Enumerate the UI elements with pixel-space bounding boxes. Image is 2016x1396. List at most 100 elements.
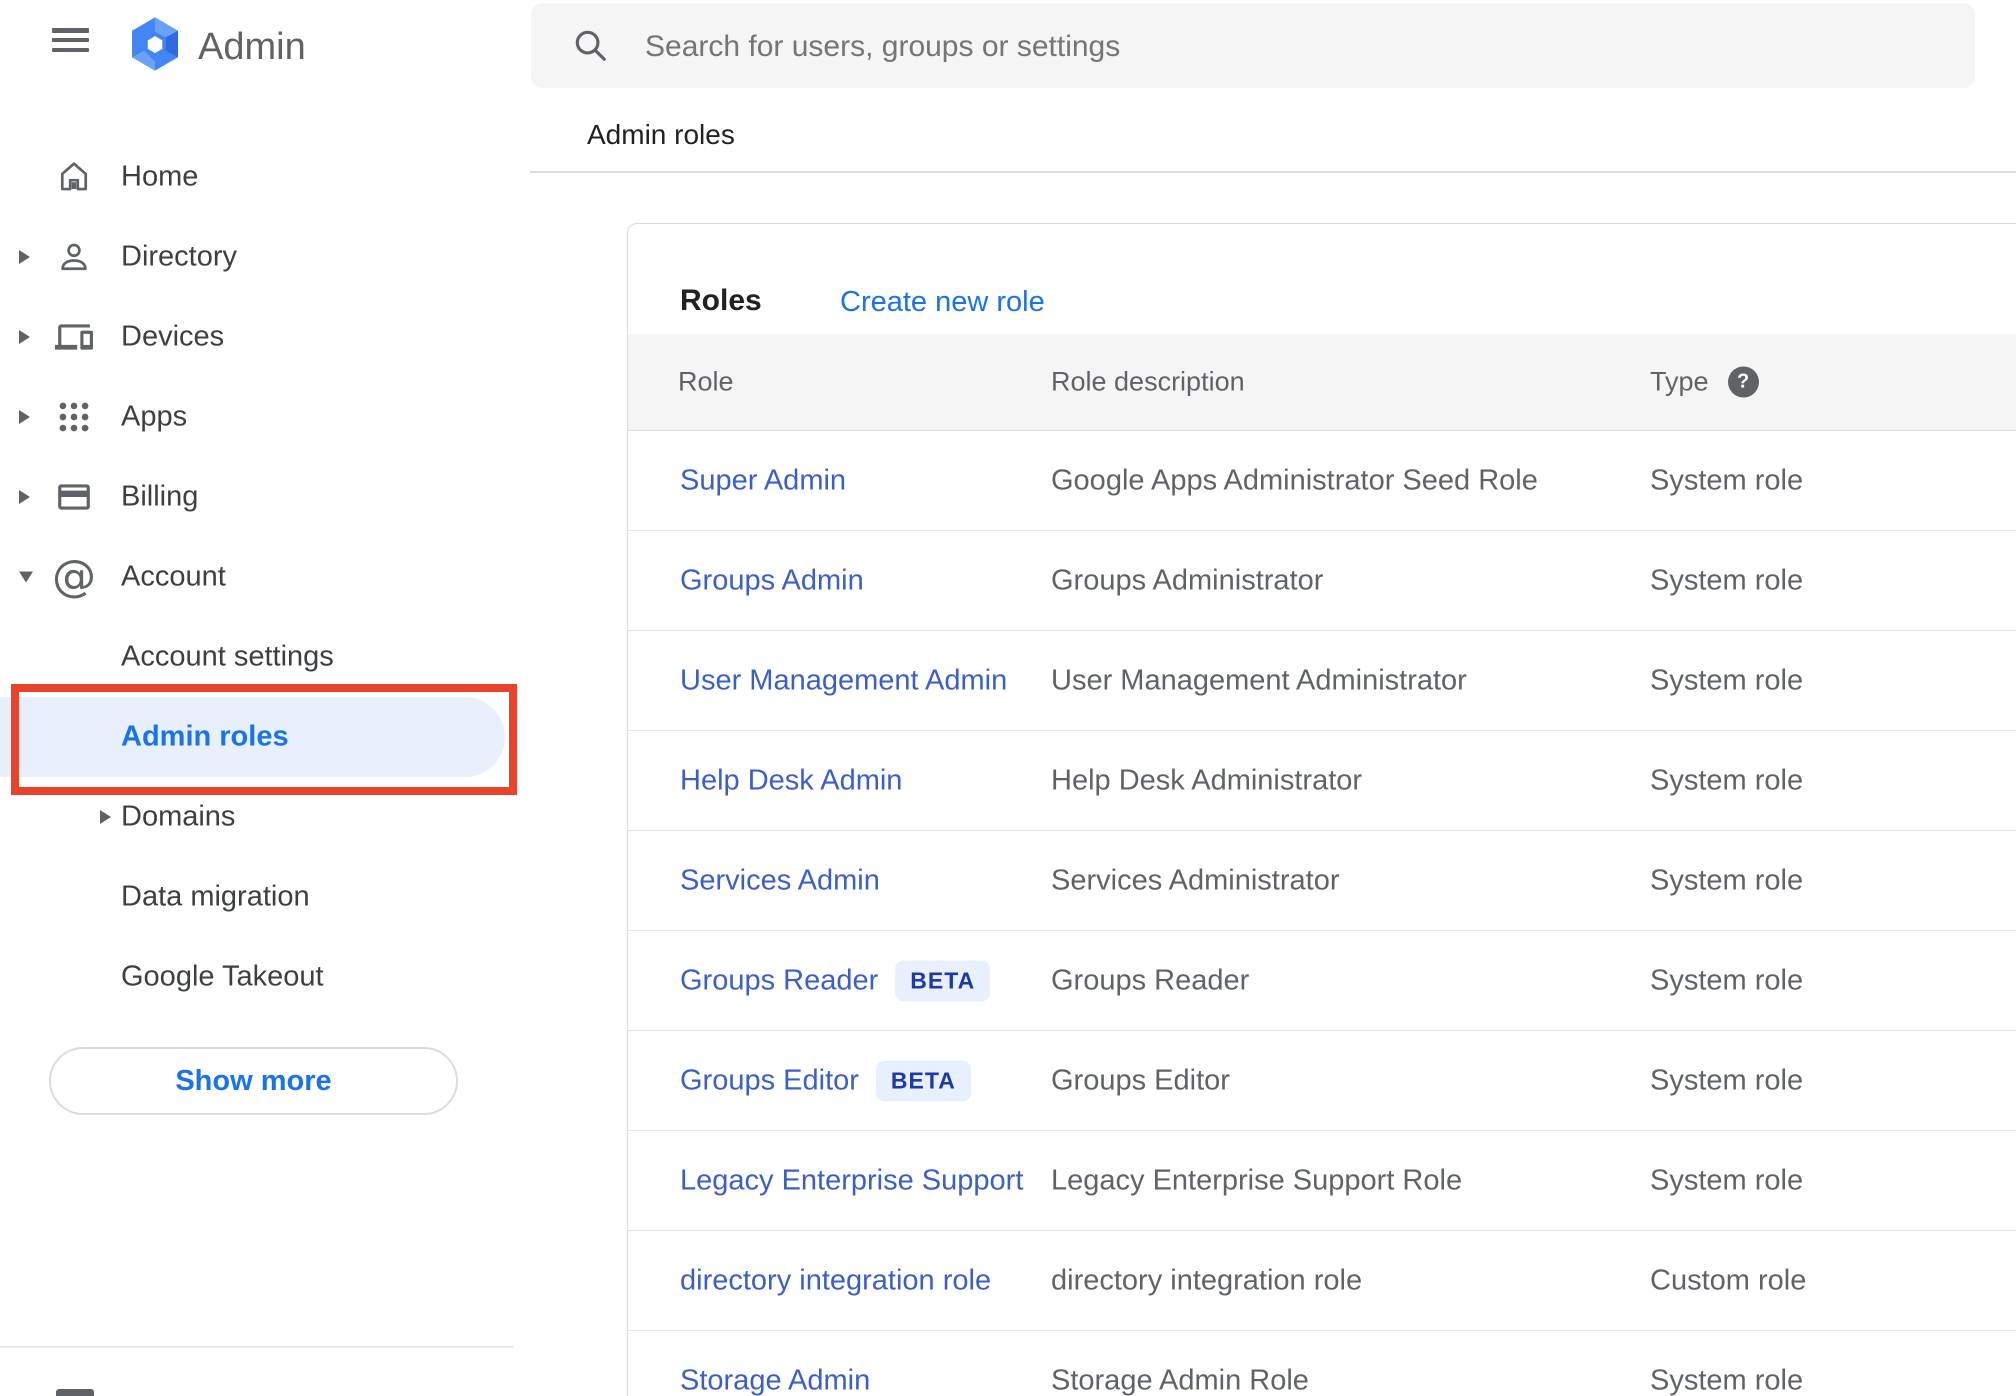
sidebar-item-domains[interactable]: Domains <box>0 777 530 857</box>
role-link[interactable]: directory integration role <box>680 1264 991 1297</box>
table-row: Legacy Enterprise Support Legacy Enterpr… <box>628 1131 2016 1231</box>
table-row: Storage Admin Storage Admin Role System … <box>628 1331 2016 1396</box>
table-row: Help Desk Admin Help Desk Administrator … <box>628 731 2016 831</box>
role-type: System role <box>1650 864 1804 896</box>
sidebar-item-google-takeout[interactable]: Google Takeout <box>0 937 530 1017</box>
help-icon[interactable]: ? <box>1727 366 1759 398</box>
sidebar-item-admin-roles[interactable]: Admin roles <box>0 697 530 777</box>
column-header-type: Type ? <box>1650 366 1759 398</box>
table-row: Super Admin Google Apps Administrator Se… <box>628 431 2016 531</box>
column-header-role: Role <box>678 366 734 397</box>
role-description: Groups Editor <box>1051 1064 1230 1096</box>
sidebar-item-home[interactable]: Home <box>0 137 530 217</box>
role-type: System role <box>1650 564 1804 596</box>
billing-icon <box>54 475 94 519</box>
sidebar: Admin Home Directory Devices Apps Billin… <box>0 0 530 1396</box>
role-description: Groups Reader <box>1051 964 1250 996</box>
roles-card: Roles Create new role Role Role descript… <box>627 223 2016 1396</box>
admin-console: Admin Home Directory Devices Apps Billin… <box>0 0 2016 1396</box>
role-description: User Management Administrator <box>1051 664 1467 696</box>
beta-badge: BETA <box>895 960 991 1001</box>
role-type: System role <box>1650 1164 1804 1196</box>
role-link[interactable]: Groups Reader <box>680 964 878 997</box>
sidebar-item-account[interactable]: @ Account <box>0 537 530 617</box>
search-bar[interactable] <box>531 3 1975 90</box>
menu-icon[interactable] <box>52 28 89 52</box>
sidebar-item-label: Directory <box>121 240 238 273</box>
table-row: Groups Admin Groups Administrator System… <box>628 531 2016 631</box>
sidebar-item-billing[interactable]: Billing <box>0 457 530 537</box>
home-icon <box>54 155 94 199</box>
cutoff-nav-icon[interactable] <box>56 1389 94 1396</box>
sidebar-item-data-migration[interactable]: Data migration <box>0 857 530 937</box>
roles-title: Roles <box>680 284 762 317</box>
role-link[interactable]: User Management Admin <box>680 664 1007 697</box>
role-type: System role <box>1650 764 1804 796</box>
role-link[interactable]: Groups Editor <box>680 1064 859 1097</box>
role-type: System role <box>1650 1364 1804 1396</box>
admin-hexagon-icon <box>126 15 184 78</box>
role-description: directory integration role <box>1051 1264 1363 1296</box>
beta-badge: BETA <box>875 1060 971 1101</box>
apps-icon <box>54 395 94 439</box>
content-divider <box>530 171 2016 173</box>
role-description: Groups Administrator <box>1051 564 1324 596</box>
page-title: Admin roles <box>587 119 735 150</box>
column-header-role-description: Role description <box>1051 366 1245 397</box>
role-link[interactable]: Help Desk Admin <box>680 764 902 797</box>
role-description: Storage Admin Role <box>1051 1364 1309 1396</box>
role-type: Custom role <box>1650 1264 1807 1296</box>
sidebar-item-label: Apps <box>121 400 188 433</box>
table-row: directory integration role directory int… <box>628 1231 2016 1331</box>
sidebar-item-label: Home <box>121 160 199 193</box>
role-link[interactable]: Groups Admin <box>680 564 864 597</box>
roles-table-body: Super Admin Google Apps Administrator Se… <box>628 431 2016 1396</box>
sidebar-item-label: Data migration <box>121 880 310 913</box>
role-description: Google Apps Administrator Seed Role <box>1051 464 1538 496</box>
role-description: Services Administrator <box>1051 864 1340 896</box>
expand-arrow-icon[interactable] <box>19 410 30 424</box>
sidebar-item-label: Google Takeout <box>121 960 324 993</box>
roles-card-header: Roles Create new role <box>628 224 2016 334</box>
sidebar-item-label: Billing <box>121 480 199 513</box>
table-header-row: Role Role description Type ? <box>628 334 2016 431</box>
role-link[interactable]: Storage Admin <box>680 1364 870 1396</box>
expand-arrow-icon[interactable] <box>100 810 111 824</box>
search-icon <box>571 26 609 69</box>
table-row: Services Admin Services Administrator Sy… <box>628 831 2016 931</box>
role-link[interactable]: Super Admin <box>680 464 846 497</box>
at-icon: @ <box>52 551 96 602</box>
sidebar-item-apps[interactable]: Apps <box>0 377 530 457</box>
table-row: User Management Admin User Management Ad… <box>628 631 2016 731</box>
expand-arrow-icon[interactable] <box>19 250 30 264</box>
role-description: Legacy Enterprise Support Role <box>1051 1164 1463 1196</box>
search-input[interactable] <box>643 3 1937 90</box>
sidebar-item-label: Account settings <box>121 640 334 673</box>
app-title: Admin <box>198 25 306 68</box>
expand-arrow-icon[interactable] <box>19 330 30 344</box>
create-new-role-link[interactable]: Create new role <box>840 286 1045 319</box>
sidebar-item-label: Admin roles <box>121 720 289 753</box>
sidebar-item-devices[interactable]: Devices <box>0 297 530 377</box>
sidebar-divider <box>0 1346 514 1348</box>
sidebar-item-account-settings[interactable]: Account settings <box>0 617 530 697</box>
sidebar-item-label: Devices <box>121 320 225 353</box>
role-description: Help Desk Administrator <box>1051 764 1363 796</box>
role-type: System role <box>1650 964 1804 996</box>
role-link[interactable]: Services Admin <box>680 864 880 897</box>
role-type: System role <box>1650 464 1804 496</box>
sidebar-item-label: Domains <box>121 800 236 833</box>
admin-logo[interactable]: Admin <box>126 15 306 78</box>
role-type: System role <box>1650 664 1804 696</box>
show-more-button[interactable]: Show more <box>49 1047 458 1115</box>
devices-icon <box>54 315 94 359</box>
table-row: Groups Reader BETA Groups Reader System … <box>628 931 2016 1031</box>
role-type: System role <box>1650 1064 1804 1096</box>
sidebar-item-directory[interactable]: Directory <box>0 217 530 297</box>
person-icon <box>54 235 94 279</box>
table-row: Groups Editor BETA Groups Editor System … <box>628 1031 2016 1131</box>
sidebar-item-label: Account <box>121 560 226 593</box>
role-link[interactable]: Legacy Enterprise Support <box>680 1164 1023 1197</box>
expand-arrow-icon[interactable] <box>19 571 33 583</box>
expand-arrow-icon[interactable] <box>19 490 30 504</box>
